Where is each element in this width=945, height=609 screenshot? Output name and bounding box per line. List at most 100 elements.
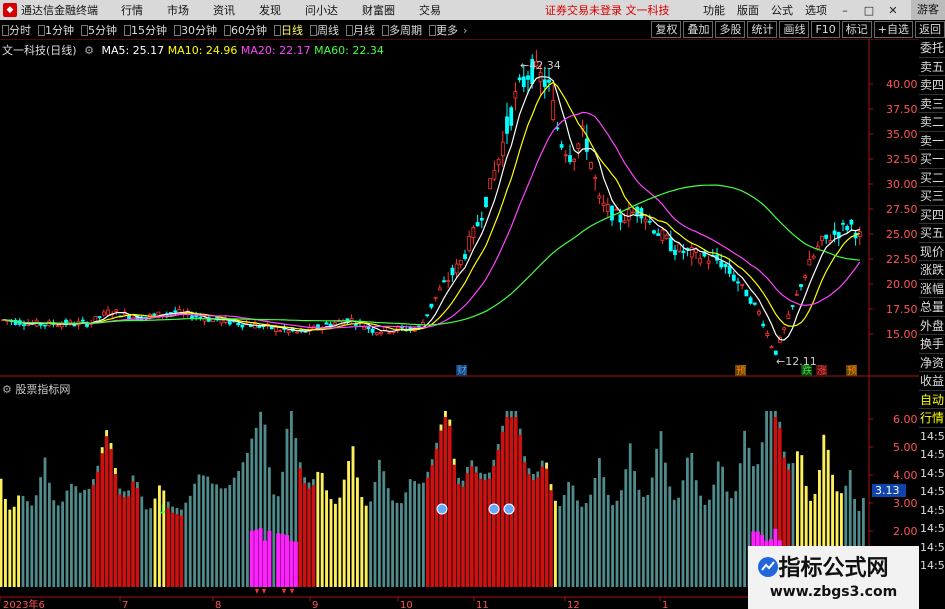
menu-ask[interactable]: 问小达 <box>305 2 338 18</box>
panel-item[interactable]: 卖三 <box>919 95 945 113</box>
tool-draw[interactable]: 画线 <box>779 21 810 38</box>
panel-item[interactable]: 买二 <box>919 169 945 187</box>
period-weekly[interactable]: 周线 <box>308 22 344 38</box>
menu-discover[interactable]: 发现 <box>259 2 281 18</box>
candle-body <box>43 324 47 327</box>
menu-news[interactable]: 资讯 <box>213 2 235 18</box>
candle-body <box>706 260 711 264</box>
menu-options[interactable]: 选项 <box>805 2 827 18</box>
menu-layout[interactable]: 版面 <box>737 2 759 18</box>
period-timeshare[interactable]: 分时 <box>0 22 36 38</box>
tool-add-watchlist[interactable]: +自选 <box>873 21 913 38</box>
panel-auto[interactable]: 自动 <box>919 391 945 409</box>
menu-function[interactable]: 功能 <box>703 2 725 18</box>
panel-item[interactable]: 外盘 <box>919 317 945 335</box>
marker-fall[interactable]: 跌 <box>802 364 812 377</box>
menu-trade[interactable]: 交易 <box>419 2 441 18</box>
indicator-bar-signal <box>364 505 368 587</box>
marker-finance[interactable]: 财 <box>457 364 467 377</box>
indicator-bar-red <box>470 466 474 587</box>
marker-forecast[interactable]: 预 <box>736 365 746 377</box>
candle-body <box>761 323 766 327</box>
marker-forecast[interactable]: 预 <box>847 365 857 377</box>
candle-body <box>723 263 728 268</box>
panel-item[interactable]: 净资 <box>919 354 945 372</box>
candle-body <box>757 311 761 315</box>
time-tick: 2023年6 <box>3 598 45 609</box>
panel-item[interactable]: 委托 <box>919 39 945 58</box>
gear-icon[interactable]: ⚙ <box>84 44 94 57</box>
candle-body <box>173 310 178 313</box>
maximize-icon[interactable]: □ <box>863 4 875 17</box>
panel-item[interactable]: 涨跌 <box>919 261 945 280</box>
candle-body <box>379 331 383 335</box>
stock-name[interactable]: 文一科技(日线) <box>2 44 77 57</box>
tool-f10[interactable]: F10 <box>811 21 840 38</box>
trade-login-notice[interactable]: 证券交易未登录 文一科技 <box>545 2 670 18</box>
panel-item[interactable]: 卖二 <box>919 113 945 132</box>
panel-item[interactable]: 买一 <box>919 150 945 169</box>
indicator-bar-magenta <box>289 540 294 587</box>
marker-rise[interactable]: 涨 <box>817 365 827 377</box>
period-monthly[interactable]: 月线 <box>344 22 380 38</box>
indicator-bar <box>408 479 412 587</box>
period-daily[interactable]: 日线 <box>272 22 308 38</box>
menu-wealth-circle[interactable]: 财富圈 <box>362 2 395 18</box>
menu-formula[interactable]: 公式 <box>771 2 793 18</box>
indicator-bar-magenta <box>263 540 267 587</box>
panel-item[interactable]: 换手 <box>919 335 945 354</box>
period-more[interactable]: 更多 <box>427 22 463 38</box>
candle-body <box>731 274 736 281</box>
candle-body <box>450 267 455 276</box>
tool-multi-stock[interactable]: 多股 <box>715 21 746 38</box>
minimize-icon[interactable]: – <box>839 4 851 17</box>
candle-body <box>656 233 661 236</box>
panel-item[interactable]: 买五 <box>919 224 945 243</box>
panel-item[interactable]: 卖一 <box>919 132 945 150</box>
panel-item[interactable]: 收益 <box>919 372 945 391</box>
panel-item[interactable]: 卖五 <box>919 58 945 76</box>
tool-overlay[interactable]: 叠加 <box>683 21 714 38</box>
indicator-bar <box>725 491 729 587</box>
panel-item[interactable]: 买三 <box>919 187 945 206</box>
period-30min[interactable]: 30分钟 <box>172 22 222 38</box>
period-60min[interactable]: 60分钟 <box>222 22 272 38</box>
indicator-bar <box>655 448 658 587</box>
indicator-bar <box>642 496 645 587</box>
watermark-url: www.zbgs3.com <box>769 584 898 600</box>
gear-icon[interactable]: ⚙ <box>2 383 12 396</box>
indicator-bar <box>738 463 742 587</box>
indicator-bar <box>206 476 210 587</box>
close-icon[interactable]: ✕ <box>887 4 899 17</box>
menu-market[interactable]: 市场 <box>167 2 189 18</box>
indicator-title[interactable]: 股票指标网 <box>15 383 70 396</box>
indicator-bar-signal <box>329 499 333 587</box>
indicator-bar-red <box>100 453 104 587</box>
tool-adjust[interactable]: 复权 <box>651 21 682 38</box>
tool-back[interactable]: 返回 <box>915 21 945 38</box>
period-5min[interactable]: 5分钟 <box>79 22 122 38</box>
menu-quotes[interactable]: 行情 <box>121 2 143 18</box>
candle-body <box>97 316 102 319</box>
high-price-label: ←42.34 <box>520 59 561 72</box>
candle-body <box>622 220 627 223</box>
candle-body <box>681 250 686 253</box>
candle-body <box>618 214 623 223</box>
kline-chart[interactable]: 40.00 37.50 35.00 32.50 30.00 27.50 25.0… <box>0 39 919 609</box>
period-multi[interactable]: 多周期 <box>380 22 427 38</box>
guest-button[interactable]: 游客 <box>911 0 945 20</box>
period-15min[interactable]: 15分钟 <box>122 22 172 38</box>
chevron-right-icon[interactable]: › <box>463 24 467 37</box>
tool-stats[interactable]: 统计 <box>747 21 778 38</box>
panel-item[interactable]: 涨幅 <box>919 280 945 298</box>
panel-item[interactable]: 总量 <box>919 298 945 317</box>
panel-quotes[interactable]: 行情 <box>919 409 945 428</box>
indicator-bar-red <box>474 472 478 587</box>
panel-item[interactable]: 卖四 <box>919 76 945 95</box>
indicator-bar <box>400 503 403 587</box>
tool-mark[interactable]: 标记 <box>841 21 872 38</box>
period-1min[interactable]: 1分钟 <box>36 22 79 38</box>
price-tick: 37.50 <box>886 103 918 116</box>
panel-item[interactable]: 现价 <box>919 243 945 261</box>
panel-item[interactable]: 买四 <box>919 206 945 224</box>
